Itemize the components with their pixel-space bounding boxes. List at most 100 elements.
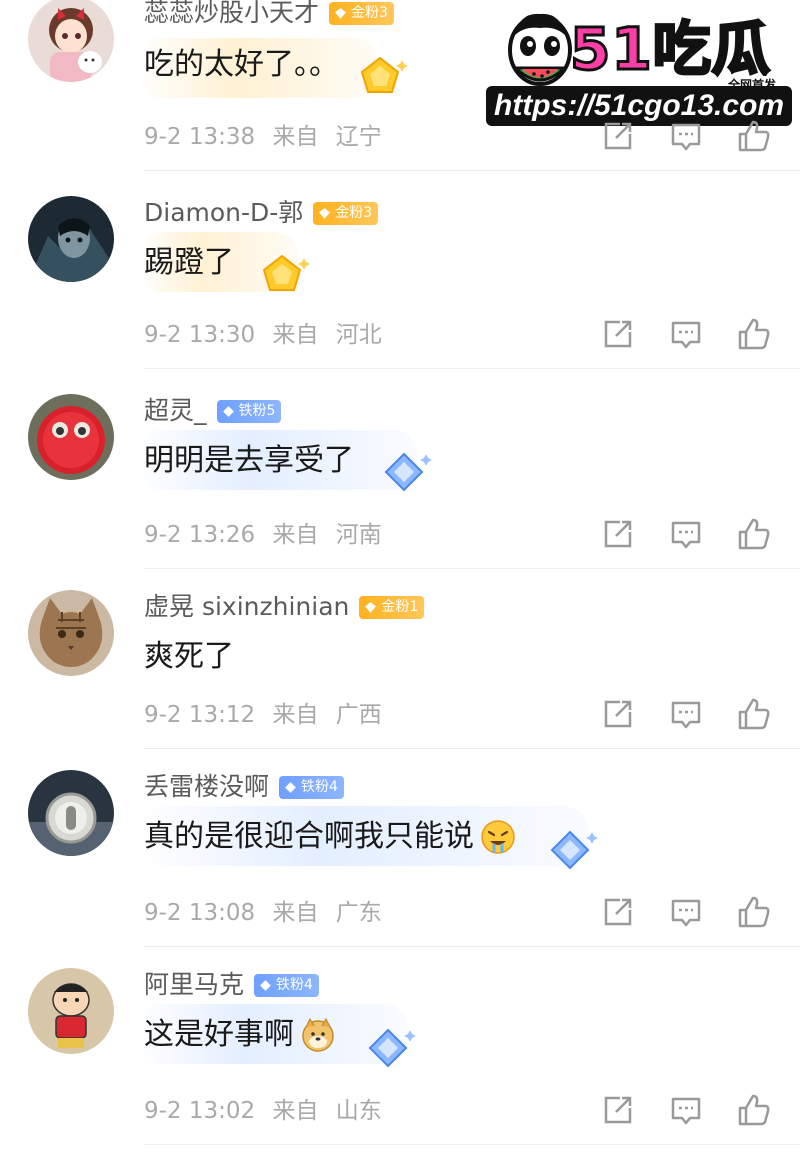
reply-button[interactable] bbox=[668, 316, 704, 352]
username[interactable]: 丢雷楼没啊 bbox=[144, 770, 269, 804]
comment-icon bbox=[671, 321, 701, 349]
watermark-brand: 51吃瓜 bbox=[569, 15, 772, 84]
share-button[interactable] bbox=[600, 316, 636, 352]
like-button[interactable] bbox=[736, 316, 772, 352]
comment-text[interactable]: 明明是去享受了 bbox=[144, 436, 354, 486]
comment-location: 广东 bbox=[335, 900, 382, 926]
location-prefix: 来自 bbox=[272, 900, 319, 926]
gold-gem-icon bbox=[365, 601, 377, 613]
share-button[interactable] bbox=[600, 696, 636, 732]
divider bbox=[144, 748, 800, 749]
fan-badge-label: 铁粉4 bbox=[276, 976, 313, 993]
iron-gem-icon bbox=[285, 781, 296, 793]
comment-location: 河南 bbox=[335, 522, 382, 548]
iron-gem-icon bbox=[260, 979, 271, 991]
gold-gem-icon bbox=[319, 207, 331, 219]
comment-date: 9-2 13:30 bbox=[144, 322, 256, 348]
username[interactable]: 虚晃 sixinzhinian bbox=[144, 590, 349, 624]
fan-badge: 铁粉4 bbox=[254, 973, 319, 997]
mascot-icon bbox=[508, 13, 572, 86]
share-icon bbox=[604, 320, 632, 348]
avatar[interactable] bbox=[28, 590, 114, 676]
share-icon bbox=[604, 1096, 632, 1124]
fan-badge-label: 铁粉4 bbox=[301, 778, 338, 795]
avatar[interactable] bbox=[28, 770, 114, 856]
share-button[interactable] bbox=[600, 1092, 636, 1128]
fan-badge-label: 铁粉5 bbox=[238, 402, 276, 419]
fan-badge-label: 金粉3 bbox=[335, 204, 373, 221]
share-button[interactable] bbox=[600, 516, 636, 552]
location-prefix: 来自 bbox=[272, 322, 319, 348]
reply-button[interactable] bbox=[668, 118, 704, 154]
share-button[interactable] bbox=[600, 118, 636, 154]
gold-gem-icon bbox=[335, 7, 346, 19]
username[interactable]: 阿里马克 bbox=[144, 968, 244, 1002]
thumbs-up-icon bbox=[738, 518, 770, 550]
like-button[interactable] bbox=[736, 894, 772, 930]
comment-date: 9-2 13:08 bbox=[144, 900, 256, 926]
comment-text[interactable]: 爽死了 bbox=[144, 632, 234, 682]
divider bbox=[144, 368, 800, 369]
share-icon bbox=[604, 520, 632, 548]
avatar[interactable] bbox=[28, 0, 114, 82]
comment-icon bbox=[671, 701, 701, 729]
comment-text-content: 真的是很迎合啊我只能说 bbox=[144, 819, 474, 854]
fan-badge: 铁粉5 bbox=[216, 399, 282, 423]
comment-icon bbox=[671, 123, 701, 151]
avatar[interactable] bbox=[28, 394, 114, 480]
location-prefix: 来自 bbox=[272, 522, 319, 548]
share-button[interactable] bbox=[600, 894, 636, 930]
divider bbox=[144, 1144, 800, 1145]
comment-location: 广西 bbox=[335, 702, 382, 728]
iron-gem-decoration-icon bbox=[384, 452, 432, 492]
username[interactable]: 蕊蕊炒股小天才 bbox=[144, 0, 319, 30]
location-prefix: 来自 bbox=[272, 1098, 319, 1124]
thumbs-up-icon bbox=[738, 698, 770, 730]
fan-badge-label: 金粉1 bbox=[381, 598, 419, 615]
comment-text-content: 这是好事啊 bbox=[144, 1017, 294, 1052]
comment-location: 山东 bbox=[335, 1098, 382, 1124]
comment-icon bbox=[671, 899, 701, 927]
comment-text[interactable]: 真的是很迎合啊我只能说 bbox=[144, 812, 516, 862]
gold-gem-decoration-icon bbox=[360, 56, 408, 93]
divider bbox=[144, 170, 800, 171]
fan-badge: 金粉1 bbox=[359, 595, 425, 619]
comment-icon bbox=[671, 1097, 701, 1125]
watermark-logo: 51吃瓜 全网首发 https://51cgo13.com bbox=[486, 6, 792, 128]
like-button[interactable] bbox=[736, 516, 772, 552]
username[interactable]: 超灵_ bbox=[144, 394, 207, 428]
comment-text[interactable]: 踢蹬了 bbox=[144, 238, 234, 288]
location-prefix: 来自 bbox=[272, 702, 319, 728]
drooling-face-emoji-icon bbox=[481, 820, 515, 854]
divider bbox=[144, 946, 800, 947]
comment-location: 河北 bbox=[335, 322, 382, 348]
comment-text[interactable]: 这是好事啊 bbox=[144, 1010, 336, 1060]
thumbs-up-icon bbox=[738, 120, 770, 152]
iron-gem-decoration-icon bbox=[550, 830, 598, 870]
fan-badge: 金粉3 bbox=[313, 201, 379, 225]
doge-emoji-icon bbox=[302, 1017, 334, 1052]
reply-button[interactable] bbox=[668, 1092, 704, 1128]
avatar[interactable] bbox=[28, 968, 114, 1054]
share-icon bbox=[604, 898, 632, 926]
reply-button[interactable] bbox=[668, 696, 704, 732]
like-button[interactable] bbox=[736, 118, 772, 154]
tabby-cat-avatar-icon bbox=[28, 590, 114, 676]
fan-badge: 金粉3 bbox=[329, 1, 394, 25]
reply-button[interactable] bbox=[668, 894, 704, 930]
comment-date: 9-2 13:26 bbox=[144, 522, 256, 548]
reply-button[interactable] bbox=[668, 516, 704, 552]
gold-gem-decoration-icon bbox=[262, 254, 310, 291]
like-button[interactable] bbox=[736, 1092, 772, 1128]
comment-date: 9-2 13:38 bbox=[144, 124, 256, 150]
avatar[interactable] bbox=[28, 196, 114, 282]
divider bbox=[144, 568, 800, 569]
like-button[interactable] bbox=[736, 696, 772, 732]
share-icon bbox=[604, 700, 632, 728]
comment-date: 9-2 13:12 bbox=[144, 702, 256, 728]
thumbs-up-icon bbox=[738, 318, 770, 350]
comment-text[interactable]: 吃的太好了。。 bbox=[144, 40, 339, 90]
comment-icon bbox=[671, 521, 701, 549]
username[interactable]: Diamon-D-郭 bbox=[144, 196, 303, 230]
red-fluffy-monster-avatar-icon bbox=[28, 394, 114, 480]
